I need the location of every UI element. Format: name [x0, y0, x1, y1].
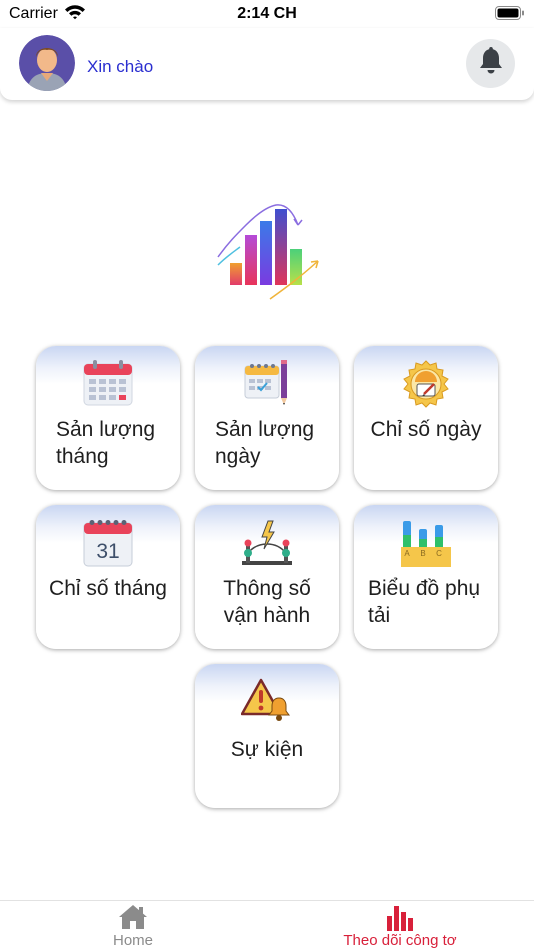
warning-bell-icon	[195, 678, 339, 726]
status-bar: Carrier 2:14 CH	[0, 0, 534, 28]
tab-meter-tracking[interactable]: Theo dõi công tơ	[330, 901, 470, 951]
avatar[interactable]	[19, 35, 75, 91]
tile-load-chart[interactable]: A B C Biểu đồ phụ tải	[354, 505, 498, 649]
chart-letter-b: B	[420, 549, 425, 558]
calendar-pencil-icon	[195, 360, 339, 408]
bar-chart-icon	[330, 904, 470, 932]
gauge-badge-icon	[354, 360, 498, 408]
calendar-day-number: 31	[96, 540, 119, 563]
battery-icon	[495, 6, 525, 25]
notification-button[interactable]	[466, 39, 515, 88]
clock: 2:14 CH	[237, 5, 297, 22]
tile-monthly-index[interactable]: 31 Chỉ số tháng	[36, 505, 180, 649]
tile-label: Sản lượng ngày	[215, 418, 315, 468]
hero-chart-illustration	[214, 195, 324, 310]
abc-bar-chart-icon: A B C	[354, 519, 498, 567]
calendar-31-icon: 31	[36, 519, 180, 567]
bell-icon	[478, 47, 504, 80]
chart-letter-a: A	[404, 549, 410, 558]
tile-daily-index[interactable]: Chỉ số ngày	[354, 346, 498, 490]
tile-label: Thông số vận hành	[223, 577, 311, 627]
tab-bar: Home Theo dõi công tơ	[0, 900, 534, 951]
tile-operating-parameters[interactable]: Thông số vận hành	[195, 505, 339, 649]
tile-events[interactable]: Sự kiện	[195, 664, 339, 808]
tile-label: Chỉ số tháng	[49, 577, 167, 600]
home-icon	[90, 904, 176, 930]
calendar-icon	[36, 360, 180, 408]
tab-home[interactable]: Home	[90, 901, 176, 951]
tab-label: Home	[112, 932, 153, 949]
tile-label: Biểu đồ phụ tải	[368, 577, 481, 627]
tile-daily-output[interactable]: Sản lượng ngày	[195, 346, 339, 490]
tab-label: Theo dõi công tơ	[343, 932, 457, 949]
tile-monthly-output[interactable]: Sản lượng tháng	[36, 346, 180, 490]
tile-label: Chỉ số ngày	[370, 418, 482, 441]
chart-letter-c: C	[436, 549, 442, 558]
tile-label: Sự kiện	[230, 738, 304, 761]
tile-label: Sản lượng tháng	[56, 418, 156, 468]
app-header: Xin chào	[0, 28, 534, 100]
power-line-icon	[195, 519, 339, 567]
greeting-text: Xin chào	[87, 57, 154, 76]
